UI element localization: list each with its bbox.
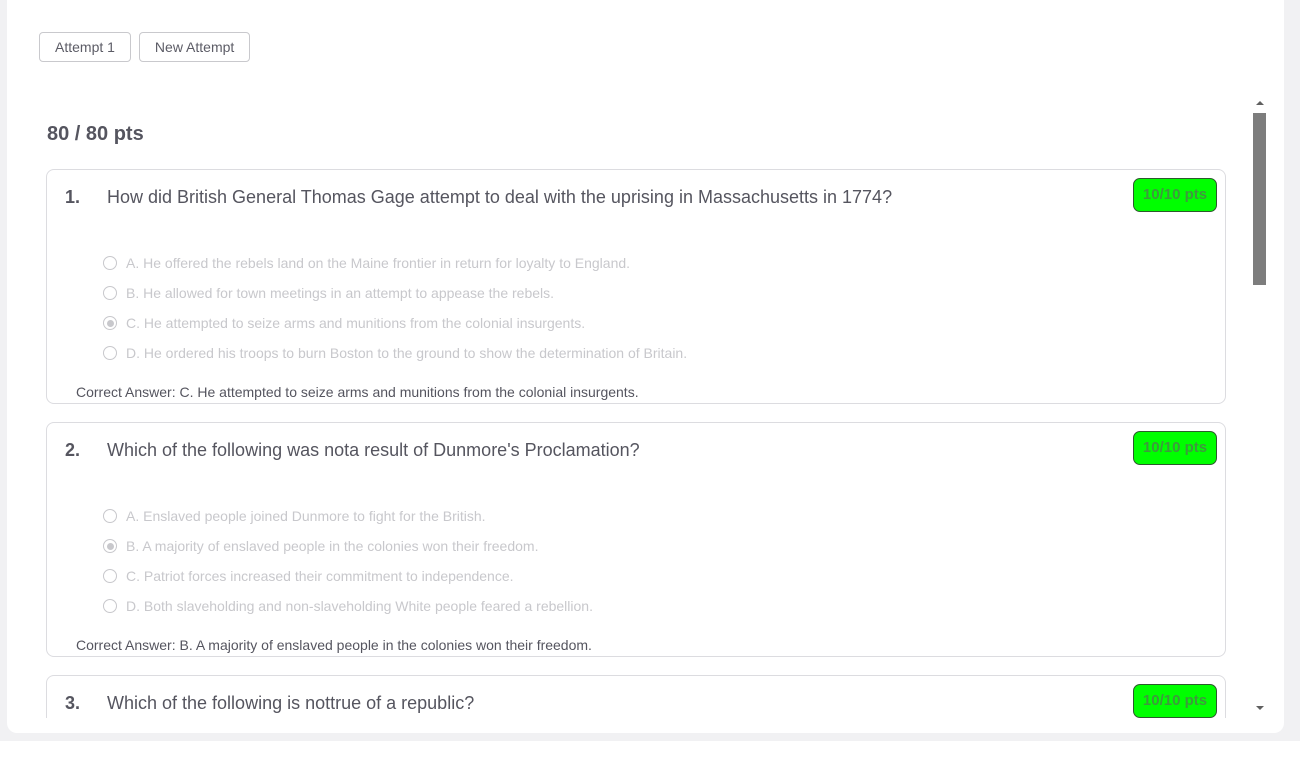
vertical-scrollbar[interactable]: [1253, 98, 1267, 718]
total-score: 80 / 80 pts: [47, 123, 144, 145]
option-label: B. A majority of enslaved people in the …: [126, 538, 539, 554]
points-badge: 10/10 pts: [1133, 178, 1217, 212]
radio-button-selected: [103, 316, 117, 330]
question-text: Which of the following was nota result o…: [107, 440, 640, 460]
radio-button: [103, 599, 117, 613]
answer-option-d: D. He ordered his troops to burn Boston …: [103, 338, 687, 368]
question-number: 2.: [65, 440, 81, 460]
new-attempt-button[interactable]: New Attempt: [138, 32, 251, 62]
radio-button: [103, 509, 117, 523]
attempt-toolbar: Attempt 1 New Attempt: [39, 32, 251, 62]
questions-scroll-area[interactable]: 80 / 80 pts 1. How did British General T…: [7, 98, 1284, 718]
question-text: How did British General Thomas Gage atte…: [107, 187, 893, 207]
option-label: D. Both slaveholding and non-slaveholdin…: [126, 598, 593, 614]
question-number: 1.: [65, 187, 81, 207]
option-label: A. Enslaved people joined Dunmore to fig…: [126, 508, 486, 524]
answer-option-c: C. Patriot forces increased their commit…: [103, 561, 593, 591]
radio-button: [103, 569, 117, 583]
page-footer-area: [0, 741, 1300, 780]
scroll-down-arrow-icon[interactable]: [1256, 706, 1264, 710]
option-label: C. Patriot forces increased their commit…: [126, 568, 514, 584]
answer-option-a: A. Enslaved people joined Dunmore to fig…: [103, 501, 593, 531]
answer-options: A. He offered the rebels land on the Mai…: [103, 248, 687, 368]
option-label: D. He ordered his troops to burn Boston …: [126, 345, 688, 361]
answer-option-c: C. He attempted to seize arms and muniti…: [103, 308, 687, 338]
radio-button-selected: [103, 539, 117, 553]
question-card-2: 2. Which of the following was nota resul…: [46, 422, 1226, 657]
scroll-thumb[interactable]: [1253, 113, 1266, 285]
question-card-3: 3. Which of the following is nottrue of …: [46, 675, 1226, 718]
option-label: C. He attempted to seize arms and muniti…: [126, 315, 586, 331]
answer-option-d: D. Both slaveholding and non-slaveholdin…: [103, 591, 593, 621]
attempt-1-button[interactable]: Attempt 1: [39, 32, 131, 62]
option-label: A. He offered the rebels land on the Mai…: [126, 255, 631, 271]
question-card-1: 1. How did British General Thomas Gage a…: [46, 169, 1226, 404]
answer-option-b: B. He allowed for town meetings in an at…: [103, 278, 687, 308]
question-text: Which of the following is nottrue of a r…: [107, 693, 475, 713]
answer-option-b: B. A majority of enslaved people in the …: [103, 531, 593, 561]
radio-button: [103, 286, 117, 300]
answer-option-a: A. He offered the rebels land on the Mai…: [103, 248, 687, 278]
points-badge: 10/10 pts: [1133, 684, 1217, 718]
results-panel: Attempt 1 New Attempt 80 / 80 pts 1. How…: [7, 0, 1284, 733]
correct-answer: Correct Answer: B. A majority of enslave…: [76, 637, 592, 653]
correct-answer: Correct Answer: C. He attempted to seize…: [76, 384, 639, 400]
points-badge: 10/10 pts: [1133, 431, 1217, 465]
question-number: 3.: [65, 693, 81, 713]
radio-button: [103, 256, 117, 270]
answer-options: A. Enslaved people joined Dunmore to fig…: [103, 501, 593, 621]
scroll-up-arrow-icon[interactable]: [1256, 101, 1264, 105]
option-label: B. He allowed for town meetings in an at…: [126, 285, 555, 301]
radio-button: [103, 346, 117, 360]
